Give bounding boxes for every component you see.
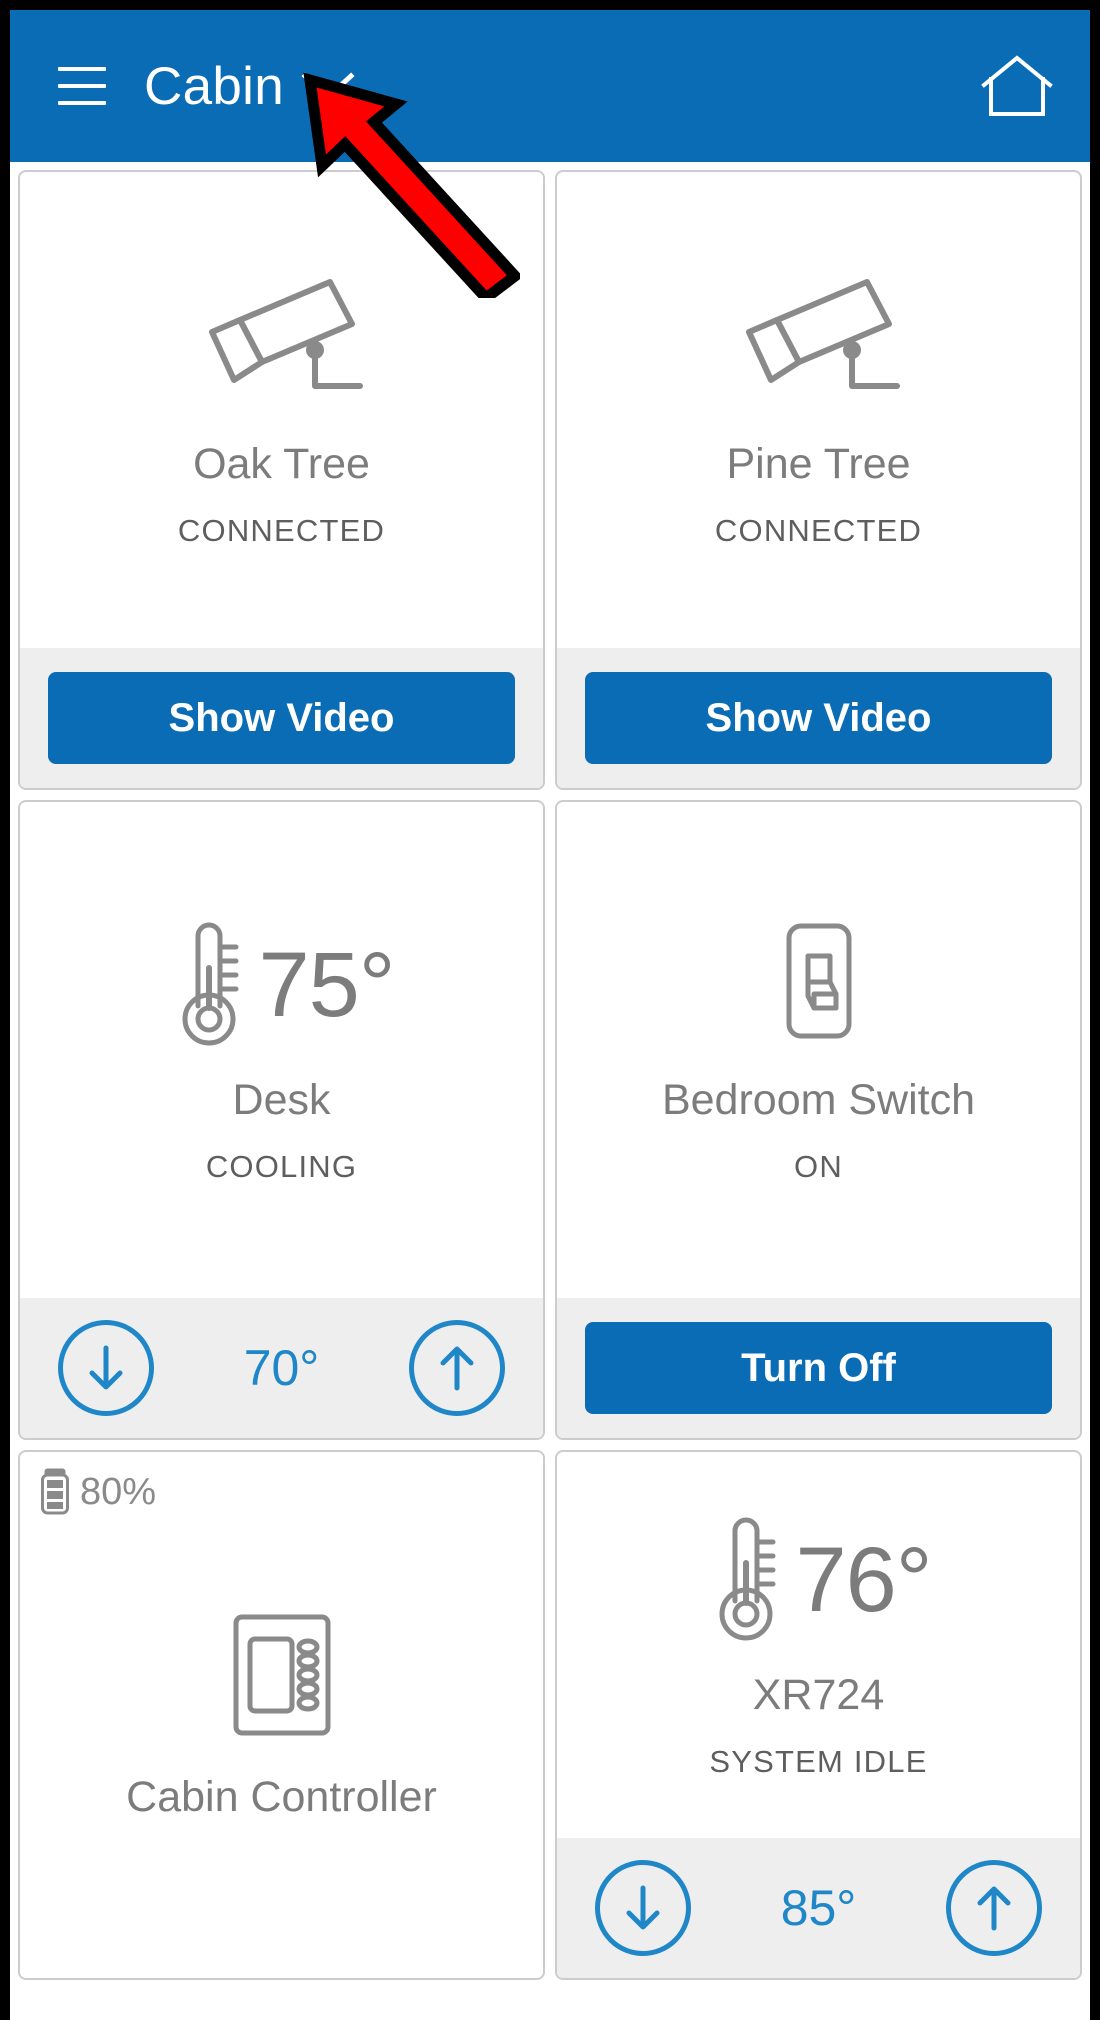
- thermostat-stepper-footer: 85°: [557, 1838, 1080, 1978]
- location-dropdown[interactable]: Cabin: [144, 60, 356, 113]
- device-card-pine-tree[interactable]: Pine Tree CONNECTED Show Video: [555, 170, 1082, 790]
- card-body: Pine Tree CONNECTED: [557, 172, 1080, 648]
- card-status: CONNECTED: [714, 512, 923, 548]
- battery-status: 80%: [40, 1468, 156, 1516]
- device-card-oak-tree[interactable]: Oak Tree CONNECTED Show Video: [18, 170, 545, 790]
- card-title: Desk: [232, 1076, 331, 1125]
- location-name-label: Cabin: [144, 56, 284, 116]
- card-title: Bedroom Switch: [661, 1076, 976, 1125]
- hamburger-menu-icon[interactable]: [58, 67, 106, 105]
- thermometer-icon: [182, 922, 239, 1046]
- show-video-button[interactable]: Show Video: [585, 672, 1052, 764]
- arrow-up-icon: [977, 1886, 1011, 1931]
- cctv-camera-icon: [729, 276, 909, 406]
- show-video-button[interactable]: Show Video: [48, 672, 515, 764]
- card-title: Oak Tree: [193, 440, 370, 489]
- setpoint-temperature: 70°: [243, 1340, 320, 1396]
- temperature-display: 75°: [168, 920, 396, 1050]
- controller-panel-icon: [228, 1611, 336, 1739]
- arrow-down-icon: [89, 1345, 123, 1390]
- chevron-down-icon: [301, 72, 355, 101]
- card-body: Oak Tree CONNECTED: [20, 172, 543, 648]
- device-card-cabin-controller[interactable]: 80% Cabin Controller: [18, 1450, 545, 1980]
- hamburger-bar: [58, 84, 106, 88]
- device-card-bedroom-switch[interactable]: Bedroom Switch ON Turn Off: [555, 800, 1082, 1440]
- home-icon[interactable]: [980, 53, 1054, 119]
- hamburger-bar: [58, 101, 106, 105]
- light-switch-icon: [774, 920, 864, 1042]
- app-viewport: Cabin Oak Tree CONNECTED Show Video Pine…: [10, 10, 1090, 2020]
- increase-temperature-button[interactable]: [946, 1860, 1042, 1956]
- card-title: Pine Tree: [726, 440, 911, 489]
- card-status: CONNECTED: [177, 512, 386, 548]
- arrow-up-icon: [440, 1346, 474, 1391]
- card-body: 76° XR724 SYSTEM IDLE: [557, 1452, 1080, 1838]
- temperature-display: 76°: [705, 1515, 933, 1645]
- card-status: COOLING: [205, 1148, 358, 1184]
- decrease-temperature-button[interactable]: [58, 1320, 154, 1416]
- card-footer: Show Video: [20, 648, 543, 788]
- card-body: Cabin Controller: [20, 1452, 543, 1978]
- card-status: ON: [794, 1148, 843, 1184]
- device-card-grid: Oak Tree CONNECTED Show Video Pine Tree …: [10, 162, 1090, 1980]
- decrease-temperature-button[interactable]: [595, 1860, 691, 1956]
- card-footer: Turn Off: [557, 1298, 1080, 1438]
- device-frame: Cabin Oak Tree CONNECTED Show Video Pine…: [0, 0, 1100, 2020]
- current-temperature: 75°: [258, 934, 395, 1037]
- current-temperature: 76°: [795, 1529, 932, 1632]
- card-status: SYSTEM IDLE: [709, 1743, 928, 1779]
- hamburger-bar: [58, 67, 106, 71]
- turn-off-button[interactable]: Turn Off: [585, 1322, 1052, 1414]
- card-title: XR724: [752, 1671, 885, 1720]
- device-card-desk-thermostat[interactable]: 75° Desk COOLING 70°: [18, 800, 545, 1440]
- thermometer-icon: [719, 1517, 776, 1641]
- card-body: Bedroom Switch ON: [557, 802, 1080, 1298]
- card-title: Cabin Controller: [126, 1773, 437, 1822]
- device-card-xr724[interactable]: 76° XR724 SYSTEM IDLE 85°: [555, 1450, 1082, 1980]
- card-body: 75° Desk COOLING: [20, 802, 543, 1298]
- increase-temperature-button[interactable]: [409, 1320, 505, 1416]
- thermostat-stepper-footer: 70°: [20, 1298, 543, 1438]
- card-footer: Show Video: [557, 648, 1080, 788]
- battery-percentage: 80%: [80, 1471, 157, 1513]
- setpoint-temperature: 85°: [780, 1880, 857, 1936]
- battery-icon: [41, 1468, 69, 1515]
- cctv-camera-icon: [192, 276, 372, 406]
- app-header: Cabin: [10, 10, 1090, 162]
- arrow-down-icon: [626, 1885, 660, 1930]
